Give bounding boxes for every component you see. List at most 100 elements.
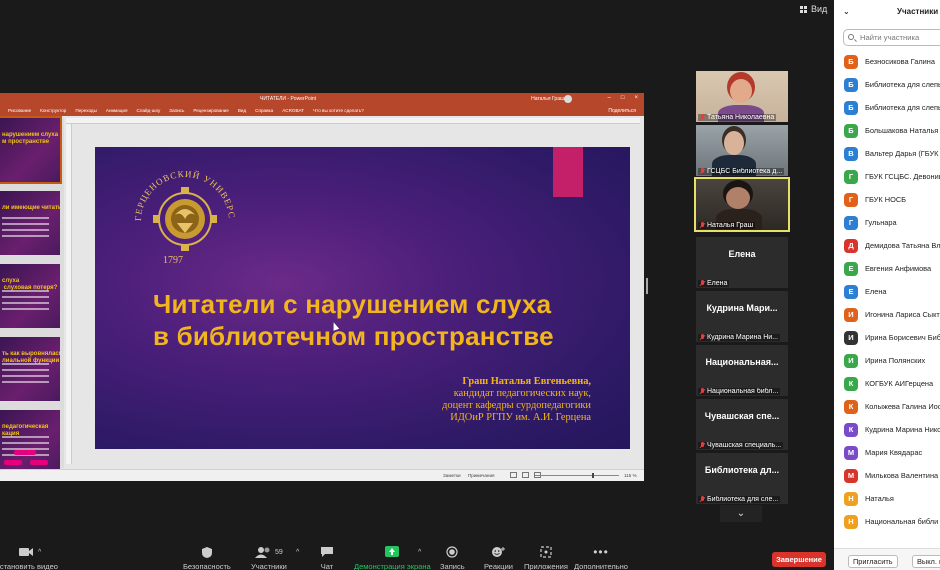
zoom-level: 115 % <box>624 473 637 478</box>
participant-search-input[interactable]: Найти участника <box>843 29 940 46</box>
mic-muted-icon <box>700 334 705 341</box>
participant-row[interactable]: Е Елена <box>834 280 940 303</box>
slide-thumbnail: педагогическая кация <box>0 410 60 474</box>
participant-name: Колыжева Галина Иоо <box>865 402 940 411</box>
participant-name: Безносикова Галина <box>865 57 935 66</box>
mute-all-button[interactable]: Выкл. в <box>912 555 940 568</box>
participant-name: Ирина Борисевич Биб <box>865 333 940 342</box>
scroll-down-button[interactable]: ⌄ <box>720 505 762 522</box>
participant-avatar: Г <box>844 169 858 184</box>
participant-avatar: Г <box>844 215 858 230</box>
participant-name: Игонина Лариса Сыкт <box>865 310 940 319</box>
participant-avatar: М <box>844 468 858 483</box>
video-tile[interactable]: ГСЦБС Библиотека д... <box>696 125 788 176</box>
participant-row[interactable]: Н Наталья <box>834 487 940 510</box>
chat-button[interactable]: Чат <box>320 545 334 570</box>
stop-video-button[interactable]: Остановить видео <box>0 545 58 570</box>
ppt-title: ЧИТАТЕЛИ - PowerPoint <box>260 96 317 102</box>
slide-title: Читатели с нарушением слуха в библиотечн… <box>153 288 593 352</box>
participant-row[interactable]: Г ГБУК НОСБ <box>834 188 940 211</box>
slide-thumbnails: нарушением слуха м пространстве ли имеющи… <box>0 116 64 474</box>
video-options-caret-icon[interactable]: ^ <box>38 549 41 556</box>
participant-name: Наталья <box>865 494 894 503</box>
slide-thumbnail: слуха слуховая потеря? <box>0 264 60 328</box>
tile-name-label: Елена <box>698 280 730 287</box>
security-label: Безопасность <box>183 562 231 570</box>
share-options-caret-icon[interactable]: ^ <box>418 549 421 556</box>
collapse-chevron-icon[interactable]: ⌄ <box>843 7 850 16</box>
video-tile[interactable]: Национальная... Национальная библ... <box>696 345 788 396</box>
thumbnail-shape <box>14 450 36 455</box>
participant-row[interactable]: Б Библиотека для слепь <box>834 96 940 119</box>
participant-row[interactable]: К Колыжева Галина Иоо <box>834 395 940 418</box>
video-tile[interactable]: Татьяна Николаевна <box>696 71 788 122</box>
tile-name-label: Чувашская специаль... <box>698 442 784 449</box>
search-icon <box>848 34 854 40</box>
ppt-status-bar: Заметки Примечания 115 % <box>0 469 644 481</box>
participants-button[interactable]: 59 Участники <box>251 545 287 570</box>
participant-row[interactable]: Б Большакова Наталья <box>834 119 940 142</box>
participant-face <box>724 131 744 155</box>
ribbon-tab: Справка <box>255 108 274 113</box>
participant-row[interactable]: М Мария Квядарас <box>834 441 940 464</box>
zoom-slider-knob <box>592 473 594 478</box>
invite-button[interactable]: Пригласить <box>848 555 898 568</box>
tile-name-label: Татьяна Николаевна <box>698 114 777 121</box>
video-tile[interactable]: Библиотека дл... Библиотека для сле... <box>696 453 788 504</box>
zoom-window: Вид ЧИТАТЕЛИ - PowerPoint Наталья Граш –… <box>0 0 940 570</box>
video-tile[interactable]: Елена Елена <box>696 237 788 288</box>
more-button[interactable]: ••• Дополнительно <box>574 545 628 570</box>
normal-view-icon <box>510 472 517 478</box>
participant-avatar: Н <box>844 491 858 506</box>
video-tile[interactable]: Чувашская спе... Чувашская специаль... <box>696 399 788 450</box>
participant-row[interactable]: И Ирина Борисевич Биб <box>834 326 940 349</box>
tile-name: Кудрина Марина Ни... <box>707 334 779 341</box>
participants-options-caret-icon[interactable]: ^ <box>296 549 299 556</box>
participant-row[interactable]: М Милькова Валентина I <box>834 464 940 487</box>
participant-row[interactable]: Б Безносикова Галина <box>834 50 940 73</box>
participant-row[interactable]: К Кудрина Марина Нико <box>834 418 940 441</box>
participant-avatar: Д <box>844 238 858 253</box>
participant-avatar: Е <box>844 261 858 276</box>
record-button[interactable]: Запись <box>440 545 465 570</box>
participant-name: Большакова Наталья <box>865 126 939 135</box>
participant-face <box>730 79 752 103</box>
mic-muted-icon <box>700 388 705 395</box>
participants-label: Участники <box>251 562 287 570</box>
comments-button: Примечания <box>468 473 495 478</box>
ppt-share: Поделиться <box>608 107 636 114</box>
participant-row[interactable]: Е Евгения Анфимова <box>834 257 940 280</box>
ribbon-tab: Запись <box>169 108 185 113</box>
split-handle[interactable] <box>646 278 648 294</box>
participant-row[interactable]: Г ГБУК ГСЦБС. Девонин <box>834 165 940 188</box>
video-tile[interactable]: Кудрина Мари... Кудрина Марина Ни... <box>696 291 788 342</box>
view-button[interactable]: Вид <box>800 4 827 14</box>
participant-row[interactable]: Г Гульнара <box>834 211 940 234</box>
author-name: Граш Наталья Евгеньевна, <box>462 376 591 387</box>
participant-avatar: М <box>844 445 858 460</box>
participant-row[interactable]: И Игонина Лариса Сыкт <box>834 303 940 326</box>
reactions-button[interactable]: Реакции <box>484 545 513 570</box>
participant-row[interactable]: В Вальтер Дарья (ГБУК I <box>834 142 940 165</box>
participant-avatar: К <box>844 399 858 414</box>
participant-name: Милькова Валентина I <box>865 471 940 480</box>
end-meeting-button[interactable]: Завершение <box>772 552 826 567</box>
tile-name-label: Библиотека для сле... <box>698 496 781 503</box>
participant-name: Ирина Полянских <box>865 356 926 365</box>
video-tile[interactable]: Наталья Граш <box>694 177 790 232</box>
slide-accent-bar <box>553 147 583 197</box>
thumbnail-text-lines <box>2 217 54 241</box>
participant-row[interactable]: Д Демидова Татьяна Вла <box>834 234 940 257</box>
tile-display-name: Национальная... <box>705 357 779 367</box>
ribbon-tab: Что вы хотите сделать? <box>313 108 364 113</box>
participant-row[interactable]: Н Национальная библи <box>834 510 940 533</box>
participant-row[interactable]: Б Библиотека для слепь <box>834 73 940 96</box>
participant-avatar: Г <box>844 192 858 207</box>
zoom-slider <box>535 475 619 476</box>
tile-name: Чувашская специаль... <box>707 442 782 449</box>
apps-button[interactable]: Приложения <box>524 545 568 570</box>
participant-row[interactable]: И Ирина Полянских <box>834 349 940 372</box>
security-button[interactable]: Безопасность <box>183 545 231 570</box>
participants-title: Участники ( <box>897 7 940 16</box>
participant-row[interactable]: К КОГБУК АИГерцена <box>834 372 940 395</box>
